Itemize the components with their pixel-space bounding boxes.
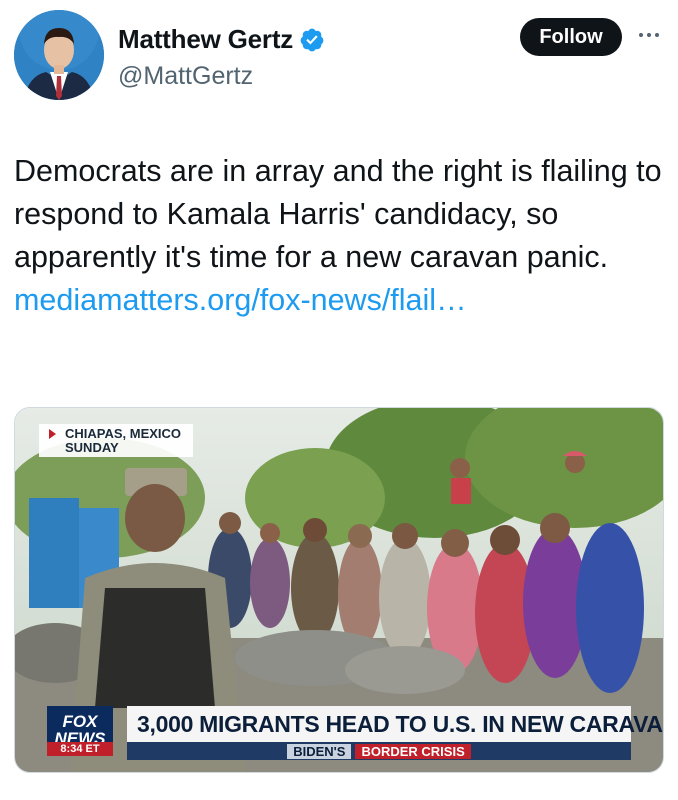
author-name[interactable]: Matthew Gertz	[118, 24, 293, 55]
tweet-body: Democrats are in array and the right is …	[14, 150, 664, 322]
more-horizontal-icon[interactable]	[634, 20, 664, 50]
tweet-media[interactable]: CHIAPAS, MEXICO SUNDAY FOX NEWS 8:34 ET …	[14, 407, 664, 773]
subheadline-left: BIDEN'S	[287, 743, 352, 759]
location-line1: CHIAPAS, MEXICO	[65, 426, 182, 441]
play-arrow-icon	[49, 429, 56, 439]
author-handle[interactable]: @MattGertz	[118, 62, 253, 91]
subheadline-right: BORDER CRISIS	[355, 743, 471, 759]
network-top: FOX	[62, 712, 98, 731]
avatar[interactable]	[14, 10, 104, 100]
news-subheadline: BIDEN'S BORDER CRISIS	[127, 742, 631, 760]
tweet-text: Democrats are in array and the right is …	[14, 154, 662, 274]
author-name-row: Matthew Gertz	[118, 24, 325, 55]
verified-badge-icon	[300, 28, 324, 51]
location-tag: CHIAPAS, MEXICO SUNDAY	[39, 424, 194, 457]
broadcast-time: 8:34 ET	[47, 742, 113, 756]
follow-button[interactable]: Follow	[520, 18, 622, 56]
tweet-link[interactable]: mediamatters.org/fox-news/flail…	[14, 283, 467, 317]
news-headline: 3,000 MIGRANTS HEAD TO U.S. IN NEW CARAV…	[127, 706, 663, 742]
profile-photo	[14, 10, 104, 100]
tweet-header: Matthew Gertz @MattGertz Follow	[14, 10, 664, 102]
location-line2: SUNDAY	[65, 440, 119, 455]
